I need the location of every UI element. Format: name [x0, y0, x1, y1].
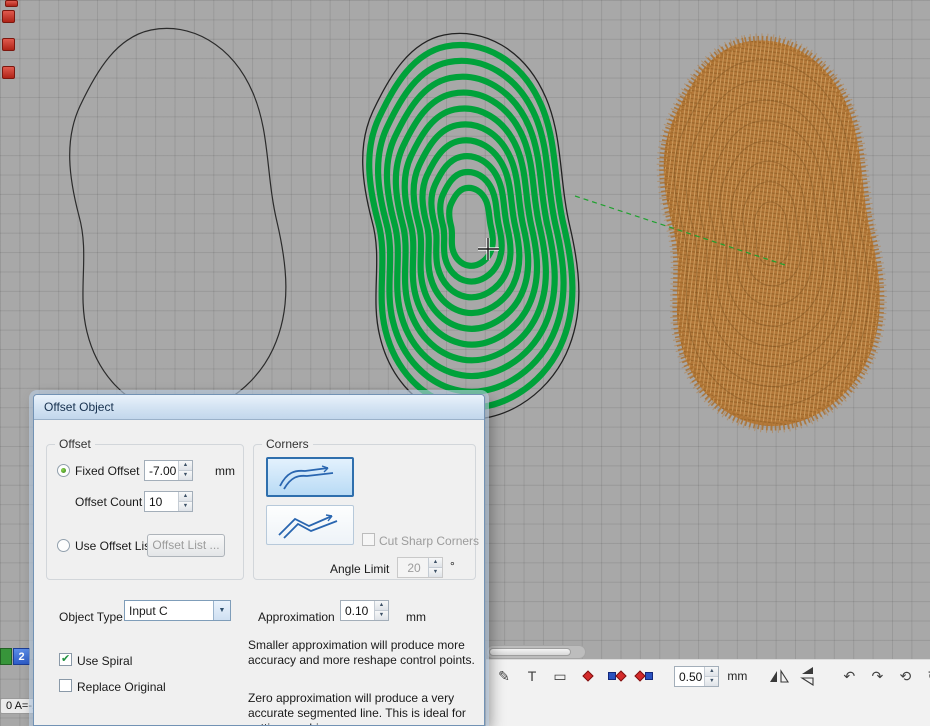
- object-type-value: Input C: [125, 601, 213, 620]
- chevron-down-icon[interactable]: [213, 601, 230, 620]
- approximation-value[interactable]: 0.10: [341, 601, 374, 620]
- spinner-buttons: [178, 461, 192, 480]
- zero-approximation-help-text: Zero approximation will produce a very a…: [248, 691, 478, 726]
- rotate-ccw-icon[interactable]: ⟲: [895, 665, 915, 687]
- offset-group: Offset Fixed Offset -7.00 mm Offset Coun…: [46, 444, 244, 580]
- angle-limit-spinner[interactable]: 20: [397, 557, 443, 578]
- left-toolbar-icon[interactable]: [2, 10, 15, 23]
- diamond-glyph: [634, 670, 645, 681]
- fixed-offset-spinner[interactable]: -7.00: [144, 460, 193, 481]
- approximation-label: Approximation: [258, 610, 335, 624]
- angle-limit-value[interactable]: 20: [398, 558, 428, 577]
- flip-vertical-icon[interactable]: [797, 665, 817, 687]
- fixed-offset-radio[interactable]: [57, 464, 70, 477]
- spinner-buttons: [704, 667, 718, 686]
- fixed-offset-label: Fixed Offset: [75, 464, 139, 478]
- square-glyph: [608, 672, 616, 680]
- red-diamond-icon[interactable]: [578, 665, 598, 687]
- offset-group-label: Offset: [55, 437, 95, 451]
- replace-original-label: Replace Original: [77, 680, 166, 694]
- spinner-buttons: [374, 601, 388, 620]
- spinner-buttons: [178, 492, 192, 511]
- cut-sharp-corners-label: Cut Sharp Corners: [379, 534, 479, 548]
- angle-limit-label: Angle Limit: [330, 562, 389, 576]
- text-tool-icon[interactable]: T: [522, 665, 542, 687]
- dialog-title: Offset Object: [44, 400, 114, 414]
- stitched-shape[interactable]: [664, 40, 880, 426]
- object-type-combobox[interactable]: Input C: [124, 600, 231, 621]
- offset-count-spinner[interactable]: 10: [144, 491, 193, 512]
- offset-spiral-shape[interactable]: [363, 33, 579, 419]
- toolbar-row: ✎ T ▭ 0.50 mm ↶ ↷ ⟲ ↻: [486, 660, 930, 692]
- use-spiral-label: Use Spiral: [77, 654, 132, 668]
- approximation-help-text: Smaller approximation will produce more …: [248, 638, 478, 668]
- dialog-titlebar[interactable]: Offset Object: [34, 395, 484, 420]
- use-spiral-checkbox[interactable]: [59, 653, 72, 666]
- diamond-glyph: [582, 670, 593, 681]
- replace-original-checkbox[interactable]: [59, 679, 72, 692]
- angle-limit-unit: °: [450, 559, 455, 573]
- bottom-toolbar: ✎ T ▭ 0.50 mm ↶ ↷ ⟲ ↻: [486, 659, 930, 726]
- scrollbar-thumb[interactable]: [489, 648, 571, 656]
- outline-shape[interactable]: [70, 28, 286, 414]
- crosshair-cursor: [478, 238, 499, 260]
- square-glyph: [645, 672, 653, 680]
- stitch-spacing-unit: mm: [727, 669, 747, 683]
- corners-group-label: Corners: [262, 437, 313, 451]
- approximation-unit: mm: [406, 610, 426, 624]
- blue-square-red-diamond-icon[interactable]: [606, 665, 626, 687]
- color-swatch-green[interactable]: [0, 648, 12, 665]
- left-toolbar-icon[interactable]: [2, 38, 15, 51]
- spin-up-button[interactable]: [179, 492, 192, 502]
- red-diamond-blue-square-icon[interactable]: [634, 665, 654, 687]
- cut-sharp-corners-checkbox[interactable]: [362, 533, 375, 546]
- use-offset-list-label: Use Offset List: [75, 539, 153, 553]
- offset-object-dialog: Offset Object Offset Fixed Offset -7.00 …: [33, 394, 485, 726]
- rotate-left-icon[interactable]: ↶: [839, 665, 859, 687]
- pencil-tool-icon[interactable]: ✎: [494, 665, 514, 687]
- fixed-offset-unit: mm: [215, 464, 235, 478]
- rotate-cw-icon[interactable]: ↻: [923, 665, 930, 687]
- approximation-spinner[interactable]: 0.10: [340, 600, 389, 621]
- rounded-corners-button[interactable]: [266, 457, 354, 497]
- shape-tool-icon[interactable]: ▭: [550, 665, 570, 687]
- spinner-buttons: [428, 558, 442, 577]
- spin-down-button[interactable]: [705, 677, 718, 686]
- spin-down-button[interactable]: [179, 502, 192, 511]
- left-toolbar-icon[interactable]: [2, 66, 15, 79]
- flip-horizontal-icon[interactable]: [769, 665, 789, 687]
- layer-badge[interactable]: 2: [13, 648, 30, 665]
- stitch-spacing-value[interactable]: 0.50: [675, 667, 704, 686]
- spin-up-button[interactable]: [429, 558, 442, 568]
- rotate-right-icon[interactable]: ↷: [867, 665, 887, 687]
- spin-up-button[interactable]: [705, 667, 718, 677]
- object-type-label: Object Type: [59, 610, 123, 624]
- offset-count-value[interactable]: 10: [145, 492, 178, 511]
- sharp-corners-button[interactable]: [266, 505, 354, 545]
- spin-down-button[interactable]: [429, 568, 442, 577]
- sharp-corners-icon: [275, 511, 345, 539]
- spin-up-button[interactable]: [179, 461, 192, 471]
- use-offset-list-radio[interactable]: [57, 539, 70, 552]
- offset-count-label: Offset Count: [75, 495, 142, 509]
- spin-down-button[interactable]: [375, 611, 388, 620]
- corners-group: Corners Cut Sharp Corners Angle Limit 20…: [253, 444, 476, 580]
- horizontal-scrollbar[interactable]: [486, 645, 586, 659]
- stitch-spacing-spinner[interactable]: 0.50: [674, 666, 719, 687]
- rounded-corners-icon: [275, 463, 345, 491]
- offset-list-button[interactable]: Offset List ...: [147, 534, 225, 557]
- fixed-offset-value[interactable]: -7.00: [145, 461, 178, 480]
- left-toolbar-icon[interactable]: [5, 0, 18, 7]
- spin-up-button[interactable]: [375, 601, 388, 611]
- diamond-glyph: [615, 670, 626, 681]
- spin-down-button[interactable]: [179, 471, 192, 480]
